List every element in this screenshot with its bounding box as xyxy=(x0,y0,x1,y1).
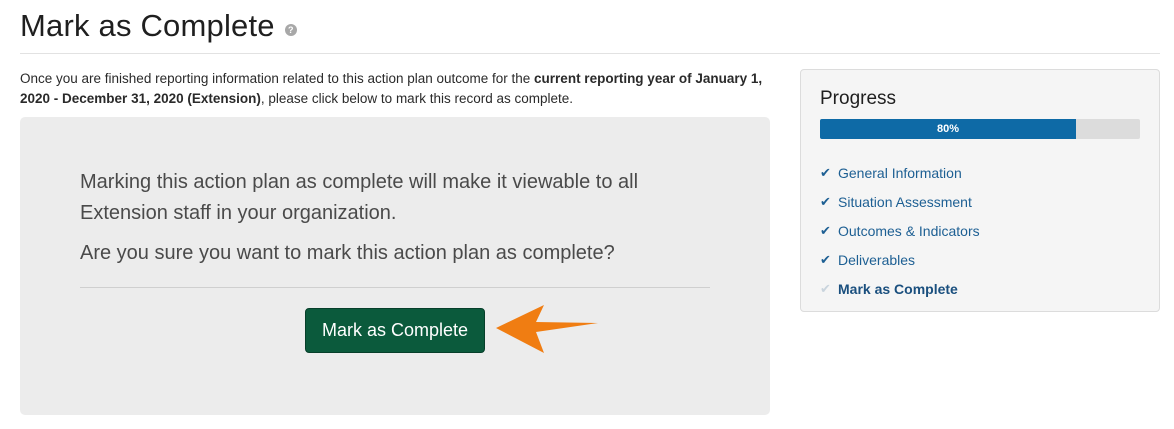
progress-panel: Progress 80% ✔ General Information ✔ Sit… xyxy=(800,69,1160,312)
progress-bar-fill: 80% xyxy=(820,119,1076,139)
title-row: Mark as Complete ? xyxy=(20,8,297,44)
progress-heading: Progress xyxy=(820,88,897,109)
mark-as-complete-button[interactable]: Mark as Complete xyxy=(305,308,485,353)
confirmation-panel: Marking this action plan as complete wil… xyxy=(20,117,770,415)
step-label: Deliverables xyxy=(838,251,916,268)
step-label: Outcomes & Indicators xyxy=(838,222,980,239)
arrow-shape xyxy=(496,305,598,353)
step-label: General Information xyxy=(838,164,962,181)
check-icon: ✔ xyxy=(820,164,831,180)
step-label: Mark as Complete xyxy=(838,280,958,297)
step-label: Situation Assessment xyxy=(838,193,972,210)
progress-steps: ✔ General Information ✔ Situation Assess… xyxy=(820,158,980,303)
progress-bar: 80% xyxy=(820,119,1140,139)
step-deliverables[interactable]: ✔ Deliverables xyxy=(820,245,980,274)
check-icon: ✔ xyxy=(820,193,831,209)
step-mark-as-complete[interactable]: ✔ Mark as Complete xyxy=(820,274,980,303)
intro-text: Once you are finished reporting informat… xyxy=(20,69,780,109)
intro-text-start: Once you are finished reporting informat… xyxy=(20,71,535,86)
page: Mark as Complete ? Once you are finished… xyxy=(0,0,1174,429)
step-outcomes-indicators[interactable]: ✔ Outcomes & Indicators xyxy=(820,216,980,245)
check-icon: ✔ xyxy=(820,251,831,267)
title-divider xyxy=(20,53,1160,54)
page-title: Mark as Complete xyxy=(20,8,275,43)
confirmation-question: Are you sure you want to mark this actio… xyxy=(80,242,615,264)
step-situation-assessment[interactable]: ✔ Situation Assessment xyxy=(820,187,980,216)
intro-text-end: , please click below to mark this record… xyxy=(260,91,574,106)
confirmation-message: Marking this action plan as complete wil… xyxy=(80,171,639,224)
arrow-annotation-icon xyxy=(496,305,598,353)
check-icon: ✔ xyxy=(820,222,831,238)
step-general-information[interactable]: ✔ General Information xyxy=(820,158,980,187)
help-icon[interactable]: ? xyxy=(284,24,297,36)
confirmation-divider xyxy=(80,287,710,288)
check-icon: ✔ xyxy=(820,280,831,296)
